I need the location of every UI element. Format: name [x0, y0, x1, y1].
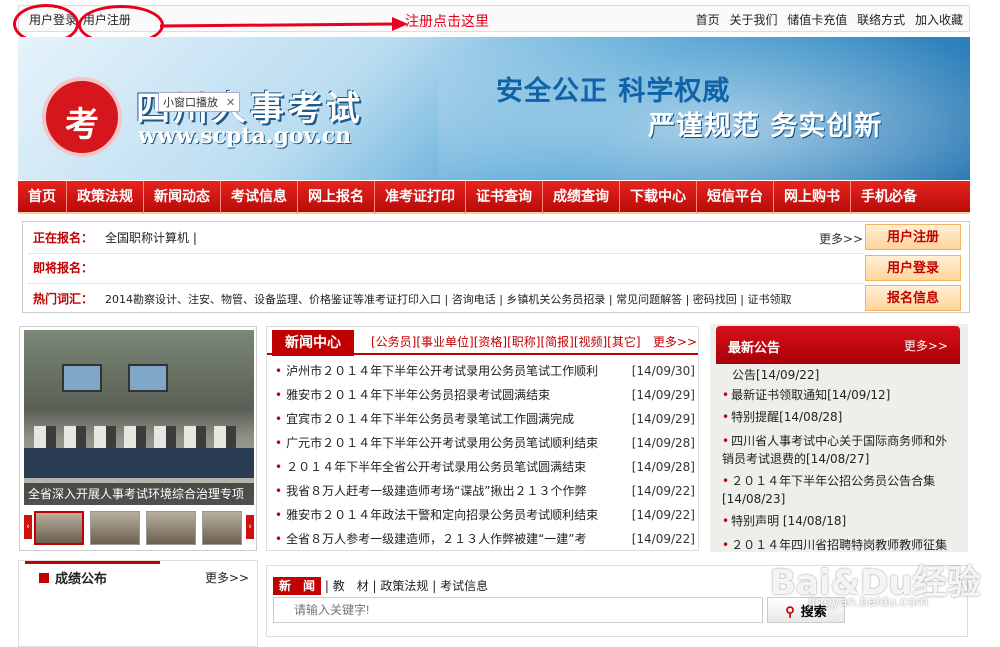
annotation-text: 注册点击这里 [405, 14, 489, 30]
about-link[interactable]: 关于我们 [729, 13, 777, 27]
search-tab-materials[interactable]: 教 材 [333, 579, 369, 593]
prev-arrow-icon[interactable]: ‹ [24, 515, 32, 539]
annotation-arrow [160, 17, 408, 31]
notice-item[interactable]: • 最新证书领取通知[14/09/12] [722, 386, 954, 404]
notice-item[interactable]: •２０１４年四川省招聘特岗教师教师征集志愿 [722, 536, 954, 552]
user-register-button[interactable]: 用户注册 [865, 224, 961, 250]
nav-exam-info[interactable]: 考试信息 [221, 181, 298, 214]
search-input[interactable] [273, 597, 763, 623]
news-item[interactable]: • 广元市２０１４年下半年公开考试录用公务员笔试顺利结束 [14/09/28] [275, 431, 695, 455]
notice-item[interactable]: • 特别声明 [14/08/18] [722, 512, 954, 530]
site-banner: 考 四川人事考试 www.scpta.gov.cn 小窗口播放 ✕ 安全公正 科学… [18, 37, 970, 180]
site-links: 首页 关于我们 储值卡充值 联络方式 加入收藏 [690, 11, 963, 28]
nav-news[interactable]: 新闻动态 [144, 181, 221, 214]
notice-item[interactable]: • 四川省人事考试中心关于国际商务师和外销员考试退费的[14/08/27] [722, 432, 954, 468]
nav-sms[interactable]: 短信平台 [697, 181, 774, 214]
slider-caption[interactable]: 全省深入开展人事考试环境综合治理专项行 [24, 483, 254, 505]
info-label: 正在报名： [33, 231, 94, 245]
watermark-url: jingyan.baidu.com [808, 595, 928, 610]
news-item[interactable]: • ２０１４年下半年全省公开考试录用公务员笔试圆满结束 [14/09/28] [275, 455, 695, 479]
news-item[interactable]: • 雅安市２０１４年下半年公务员招录考试圆满结束 [14/09/29] [275, 383, 695, 407]
info-row-upcoming: 即将报名： [33, 257, 105, 279]
nav-mobile[interactable]: 手机必备 [851, 181, 927, 214]
search-tab-news[interactable]: 新 闻 [273, 577, 322, 595]
registration-info-box: 正在报名： 全国职称计算机 | 更多>> 即将报名： 热门词汇： 2014勘察设计、… [22, 221, 970, 313]
notices-header: 最新公告 更多>> [716, 326, 960, 364]
home-link[interactable]: 首页 [696, 13, 720, 27]
notice-item[interactable]: • 特别提醒[14/08/28] [722, 408, 954, 426]
notices-more-link[interactable]: 更多>> [904, 337, 948, 354]
search-icon: ⚲ [785, 603, 795, 619]
scores-tab[interactable]: 成绩公布 [25, 561, 160, 587]
popout-label: 小窗口播放 [163, 96, 218, 109]
contact-link[interactable]: 联络方式 [857, 13, 905, 27]
slider-thumbnail[interactable] [202, 511, 242, 545]
news-item[interactable]: • 雅安市２０１４年政法干警和定向招录公务员考试顺利结束 [14/09/22] [275, 503, 695, 527]
news-header: 新闻中心 [公务员][事业单位][资格][职称][简报][视频][其它] 更多>… [267, 327, 698, 356]
scores-title: 成绩公布 [55, 572, 108, 587]
nav-admit-card[interactable]: 准考证打印 [375, 181, 466, 214]
notice-item[interactable]: • ２０１４年下半年公招公务员公告合集 [14/08/23] [722, 472, 954, 508]
search-tabs: 新 闻 | 教 材 | 政策法规 | 考试信息 [273, 577, 488, 595]
bookmark-link[interactable]: 加入收藏 [915, 13, 963, 27]
notice-item[interactable]: 公告[14/09/22] [722, 366, 954, 384]
nav-bookstore[interactable]: 网上购书 [774, 181, 851, 214]
news-item[interactable]: • 宜宾市２０１４年下半年公务员考录笔试工作圆满完成 [14/09/29] [275, 407, 695, 431]
nav-home[interactable]: 首页 [18, 181, 67, 214]
news-center: 新闻中心 [公务员][事业单位][资格][职称][简报][视频][其它] 更多>… [266, 326, 699, 551]
news-item[interactable]: • 泸州市２０１４年下半年公开考试录用公务员笔试工作顺利 [14/09/30] [275, 359, 695, 383]
info-text[interactable]: 2014勘察设计、注安、物管、设备监理、价格鉴证等准考证打印入口 | 咨询电话 … [105, 293, 792, 306]
photo-slider: 全省深入开展人事考试环境综合治理专项行 ‹ › [19, 326, 257, 551]
nav-certificate[interactable]: 证书查询 [466, 181, 543, 214]
slogan-primary: 安全公正 科学权威 [496, 76, 731, 107]
news-center-tab[interactable]: 新闻中心 [272, 330, 354, 356]
search-tab-exam-info[interactable]: 考试信息 [440, 579, 488, 593]
recharge-link[interactable]: 储值卡充值 [787, 13, 847, 27]
notices-title: 最新公告 [728, 341, 781, 356]
info-row-open: 正在报名： 全国职称计算机 | [33, 227, 197, 249]
slider-thumbnail[interactable] [90, 511, 140, 545]
nav-online-signup[interactable]: 网上报名 [298, 181, 375, 214]
signup-info-button[interactable]: 报名信息 [865, 285, 961, 311]
info-label: 热门词汇： [33, 292, 94, 306]
home-icon [39, 573, 49, 583]
nav-downloads[interactable]: 下载中心 [620, 181, 697, 214]
info-label: 即将报名： [33, 261, 94, 275]
slider-thumbnails: ‹ › [24, 509, 254, 547]
info-row-hot: 热门词汇： 2014勘察设计、注安、物管、设备监理、价格鉴证等准考证打印入口 | … [33, 288, 792, 310]
slider-image[interactable]: 全省深入开展人事考试环境综合治理专项行 [24, 330, 254, 505]
scores-more-link[interactable]: 更多>> [205, 569, 249, 586]
slogan-secondary: 严谨规范 务实创新 [648, 111, 883, 142]
search-tab-policy[interactable]: 政策法规 [380, 579, 428, 593]
latest-notices: 最新公告 更多>> 公告[14/09/22] • 最新证书领取通知[14/09/1… [710, 324, 968, 552]
popout-player-button[interactable]: 小窗口播放 ✕ [158, 92, 241, 112]
slider-thumbnail[interactable] [146, 511, 196, 545]
info-text[interactable]: 全国职称计算机 | [105, 231, 197, 245]
site-url: www.scpta.gov.cn [138, 123, 352, 149]
slider-thumbnail[interactable] [34, 511, 84, 545]
nav-scores[interactable]: 成绩查询 [543, 181, 620, 214]
news-categories[interactable]: [公务员][事业单位][资格][职称][简报][视频][其它] [371, 333, 641, 350]
site-logo[interactable]: 考 [42, 77, 122, 157]
scores-panel: 成绩公布 更多>> [18, 560, 258, 647]
news-more-link[interactable]: 更多>> [653, 333, 697, 350]
nav-policy[interactable]: 政策法规 [67, 181, 144, 214]
news-item[interactable]: • 全省８万人参考一级建造师，２１３人作弊被建“一建”考 [14/09/22] [275, 527, 695, 551]
main-nav: 首页 政策法规 新闻动态 考试信息 网上报名 准考证打印 证书查询 成绩查询 下… [18, 181, 970, 214]
news-item[interactable]: • 我省８万人赶考一级建造师考场“谍战”揪出２１３个作弊 [14/09/22] [275, 479, 695, 503]
more-link[interactable]: 更多>> [819, 230, 863, 247]
next-arrow-icon[interactable]: › [246, 515, 254, 539]
user-login-button[interactable]: 用户登录 [865, 255, 961, 281]
close-icon[interactable]: ✕ [226, 96, 235, 109]
